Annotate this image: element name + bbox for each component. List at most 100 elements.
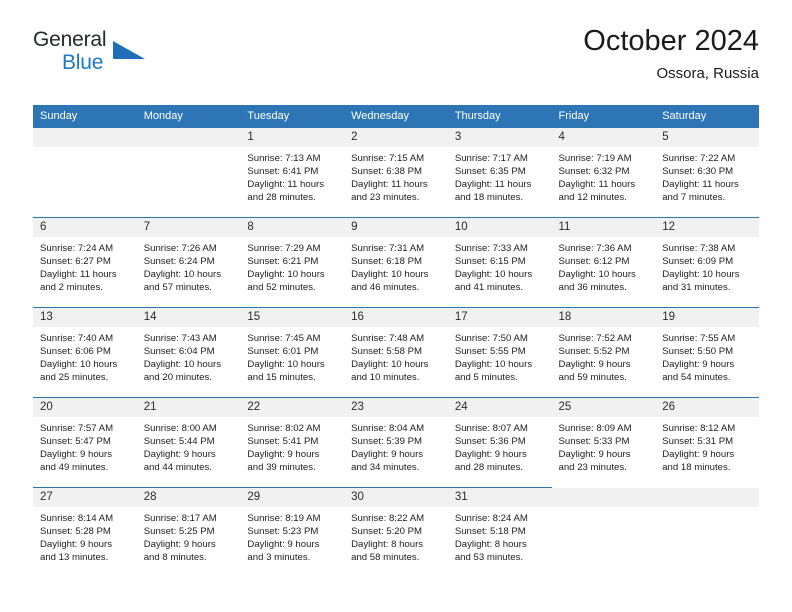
sunrise-text: Sunrise: 7:38 AM: [662, 243, 736, 254]
calendar-day-cell[interactable]: 22 Sunrise: 8:02 AM Sunset: 5:41 PM Dayligh…: [240, 397, 345, 488]
sunset-text: Sunset: 5:18 PM: [454, 526, 526, 538]
calendar-day-cell[interactable]: 9 Sunrise: 7:31 AM Sunset: 6:18 PM Daylight…: [344, 217, 448, 308]
calendar-day-cell[interactable]: 24 Sunrise: 8:07 AM Sunset: 5:36 PM Dayligh…: [447, 397, 552, 488]
calendar-day-number: 19: [655, 308, 759, 327]
calendar-day-number: [33, 128, 137, 147]
calendar-day-cell[interactable]: 13 Sunrise: 7:40 AM Sunset: 6:06 PM Dayligh…: [33, 307, 137, 398]
sunset-text: Sunset: 5:36 PM: [454, 436, 526, 448]
sunset-text: Sunset: 6:27 PM: [40, 256, 111, 268]
daylight-text: Daylight: 9 hours and 34 minutes.: [351, 449, 424, 474]
calendar-day-cell[interactable]: 25 Sunrise: 8:09 AM Sunset: 5:33 PM Dayligh…: [551, 397, 656, 488]
calendar-day-cell[interactable]: 19 Sunrise: 7:55 AM Sunset: 5:50 PM Dayligh…: [655, 307, 759, 398]
sunset-text: Sunset: 6:12 PM: [558, 256, 630, 268]
sunrise-text: Sunrise: 8:09 AM: [558, 423, 632, 434]
calendar-day-cell[interactable]: 30 Sunrise: 8:22 AM Sunset: 5:20 PM Dayligh…: [344, 487, 448, 577]
calendar-day-cell[interactable]: 27 Sunrise: 8:14 AM Sunset: 5:28 PM Dayligh…: [33, 487, 137, 577]
sunrise-text: Sunrise: 7:31 AM: [351, 243, 425, 254]
daylight-text: Daylight: 10 hours and 52 minutes.: [247, 269, 325, 294]
calendar-day-details: Sunrise: 7:19 AM Sunset: 6:32 PM Daylight:…: [552, 147, 656, 204]
sunset-text: Sunset: 5:52 PM: [558, 346, 630, 358]
daylight-text: Daylight: 10 hours and 46 minutes.: [351, 269, 429, 294]
daylight-text: Daylight: 10 hours and 57 minutes.: [143, 269, 222, 294]
calendar-week-row: 6 Sunrise: 7:24 AM Sunset: 6:27 PM Daylight…: [33, 217, 759, 308]
daylight-text: Daylight: 11 hours and 28 minutes.: [247, 179, 325, 204]
calendar-day-details: Sunrise: 7:52 AM Sunset: 5:52 PM Daylight:…: [552, 327, 656, 384]
calendar-day-cell[interactable]: 7 Sunrise: 7:26 AM Sunset: 6:24 PM Daylight…: [136, 217, 241, 308]
daylight-text: Daylight: 10 hours and 20 minutes.: [143, 359, 222, 384]
page-subtitle: Ossora, Russia: [656, 65, 759, 83]
calendar-day-number: 30: [344, 488, 448, 507]
calendar-day-cell-empty: [551, 487, 656, 577]
calendar-day-number: 3: [447, 128, 552, 147]
calendar-day-cell[interactable]: 16 Sunrise: 7:48 AM Sunset: 5:58 PM Dayligh…: [344, 307, 448, 398]
daylight-text: Daylight: 9 hours and 23 minutes.: [558, 449, 631, 474]
calendar-day-cell[interactable]: 10 Sunrise: 7:33 AM Sunset: 6:15 PM Dayligh…: [447, 217, 552, 308]
calendar-day-cell[interactable]: 28 Sunrise: 8:17 AM Sunset: 5:25 PM Dayligh…: [136, 487, 241, 577]
daylight-text: Daylight: 9 hours and 44 minutes.: [143, 449, 216, 474]
calendar-day-cell[interactable]: 29 Sunrise: 8:19 AM Sunset: 5:23 PM Dayligh…: [240, 487, 345, 577]
daylight-text: Daylight: 10 hours and 5 minutes.: [454, 359, 533, 384]
calendar-day-cell[interactable]: 15 Sunrise: 7:45 AM Sunset: 6:01 PM Dayligh…: [240, 307, 345, 398]
sunrise-text: Sunrise: 8:00 AM: [143, 423, 217, 434]
sunrise-text: Sunrise: 8:19 AM: [247, 513, 321, 524]
calendar-day-number: 12: [655, 218, 759, 237]
calendar-day-number: 18: [551, 308, 656, 327]
calendar-day-details: Sunrise: 8:02 AM Sunset: 5:41 PM Daylight:…: [240, 417, 344, 474]
calendar-day-details: Sunrise: 7:13 AM Sunset: 6:41 PM Daylight:…: [240, 147, 344, 204]
calendar-day-details: Sunrise: 7:15 AM Sunset: 6:38 PM Daylight:…: [344, 147, 448, 204]
calendar-day-cell[interactable]: 12 Sunrise: 7:38 AM Sunset: 6:09 PM Dayligh…: [655, 217, 759, 308]
daylight-text: Daylight: 9 hours and 54 minutes.: [662, 359, 735, 384]
sunset-text: Sunset: 5:33 PM: [558, 436, 630, 448]
sunrise-text: Sunrise: 7:40 AM: [40, 333, 114, 344]
sunrise-text: Sunrise: 7:52 AM: [558, 333, 632, 344]
calendar-day-details: Sunrise: 7:48 AM Sunset: 5:58 PM Daylight:…: [344, 327, 448, 384]
calendar-week-row: 20 Sunrise: 7:57 AM Sunset: 5:47 PM Dayligh…: [33, 397, 759, 488]
sunset-text: Sunset: 5:39 PM: [351, 436, 423, 448]
sunset-text: Sunset: 5:25 PM: [143, 526, 215, 538]
calendar-day-number: 31: [447, 488, 552, 507]
daylight-text: Daylight: 9 hours and 59 minutes.: [558, 359, 631, 384]
calendar-week-row: 13 Sunrise: 7:40 AM Sunset: 6:06 PM Dayligh…: [33, 307, 759, 398]
calendar-day-number: 10: [447, 218, 552, 237]
calendar-day-number: 7: [136, 218, 241, 237]
calendar-day-details: Sunrise: 7:43 AM Sunset: 6:04 PM Daylight:…: [137, 327, 241, 384]
sunrise-text: Sunrise: 8:04 AM: [351, 423, 425, 434]
calendar-day-cell[interactable]: 11 Sunrise: 7:36 AM Sunset: 6:12 PM Dayligh…: [551, 217, 656, 308]
calendar-day-details: Sunrise: 7:45 AM Sunset: 6:01 PM Daylight:…: [240, 327, 344, 384]
calendar-day-number: 14: [136, 308, 241, 327]
calendar-day-cell[interactable]: 5 Sunrise: 7:22 AM Sunset: 6:30 PM Daylight…: [655, 127, 759, 218]
calendar-day-cell[interactable]: 17 Sunrise: 7:50 AM Sunset: 5:55 PM Dayligh…: [447, 307, 552, 398]
daylight-text: Daylight: 10 hours and 36 minutes.: [558, 269, 636, 294]
calendar-day-details: Sunrise: 7:36 AM Sunset: 6:12 PM Daylight:…: [552, 237, 656, 294]
calendar-day-details: Sunrise: 8:04 AM Sunset: 5:39 PM Daylight:…: [344, 417, 448, 474]
daylight-text: Daylight: 10 hours and 15 minutes.: [247, 359, 325, 384]
calendar-day-cell[interactable]: 31 Sunrise: 8:24 AM Sunset: 5:18 PM Dayligh…: [447, 487, 552, 577]
calendar-day-cell[interactable]: 20 Sunrise: 7:57 AM Sunset: 5:47 PM Dayligh…: [33, 397, 137, 488]
calendar-day-cell[interactable]: 1 Sunrise: 7:13 AM Sunset: 6:41 PM Daylight…: [240, 127, 345, 218]
calendar-day-cell[interactable]: 8 Sunrise: 7:29 AM Sunset: 6:21 PM Daylight…: [240, 217, 345, 308]
calendar-day-cell[interactable]: 2 Sunrise: 7:15 AM Sunset: 6:38 PM Daylight…: [344, 127, 448, 218]
calendar-day-number: 4: [551, 128, 656, 147]
calendar-day-cell[interactable]: 6 Sunrise: 7:24 AM Sunset: 6:27 PM Daylight…: [33, 217, 137, 308]
daylight-text: Daylight: 9 hours and 8 minutes.: [143, 539, 216, 564]
page-title: October 2024: [583, 25, 759, 57]
calendar-day-cell[interactable]: 21 Sunrise: 8:00 AM Sunset: 5:44 PM Dayligh…: [136, 397, 241, 488]
weekday-header-tuesday: Tuesday: [240, 105, 345, 128]
sunrise-text: Sunrise: 7:29 AM: [247, 243, 321, 254]
sunrise-text: Sunrise: 8:12 AM: [662, 423, 736, 434]
calendar-day-cell[interactable]: 14 Sunrise: 7:43 AM Sunset: 6:04 PM Dayligh…: [136, 307, 241, 398]
calendar-day-details: Sunrise: 7:40 AM Sunset: 6:06 PM Daylight:…: [33, 327, 137, 384]
brand-logo[interactable]: General Blue: [33, 28, 153, 84]
calendar-day-cell[interactable]: 4 Sunrise: 7:19 AM Sunset: 6:32 PM Daylight…: [551, 127, 656, 218]
calendar-day-number: 17: [447, 308, 552, 327]
sunset-text: Sunset: 6:35 PM: [454, 166, 526, 178]
calendar-day-details: Sunrise: 8:19 AM Sunset: 5:23 PM Daylight:…: [240, 507, 344, 564]
calendar-day-cell[interactable]: 23 Sunrise: 8:04 AM Sunset: 5:39 PM Dayligh…: [344, 397, 448, 488]
sunrise-text: Sunrise: 7:48 AM: [351, 333, 425, 344]
calendar-day-number: 1: [240, 128, 345, 147]
calendar-day-cell[interactable]: 3 Sunrise: 7:17 AM Sunset: 6:35 PM Daylight…: [447, 127, 552, 218]
calendar-week-row: 27 Sunrise: 8:14 AM Sunset: 5:28 PM Dayligh…: [33, 487, 759, 577]
calendar-day-cell[interactable]: 26 Sunrise: 8:12 AM Sunset: 5:31 PM Dayligh…: [655, 397, 759, 488]
title-block: October 2024 Ossora, Russia: [583, 25, 759, 83]
calendar-day-cell[interactable]: 18 Sunrise: 7:52 AM Sunset: 5:52 PM Dayligh…: [551, 307, 656, 398]
